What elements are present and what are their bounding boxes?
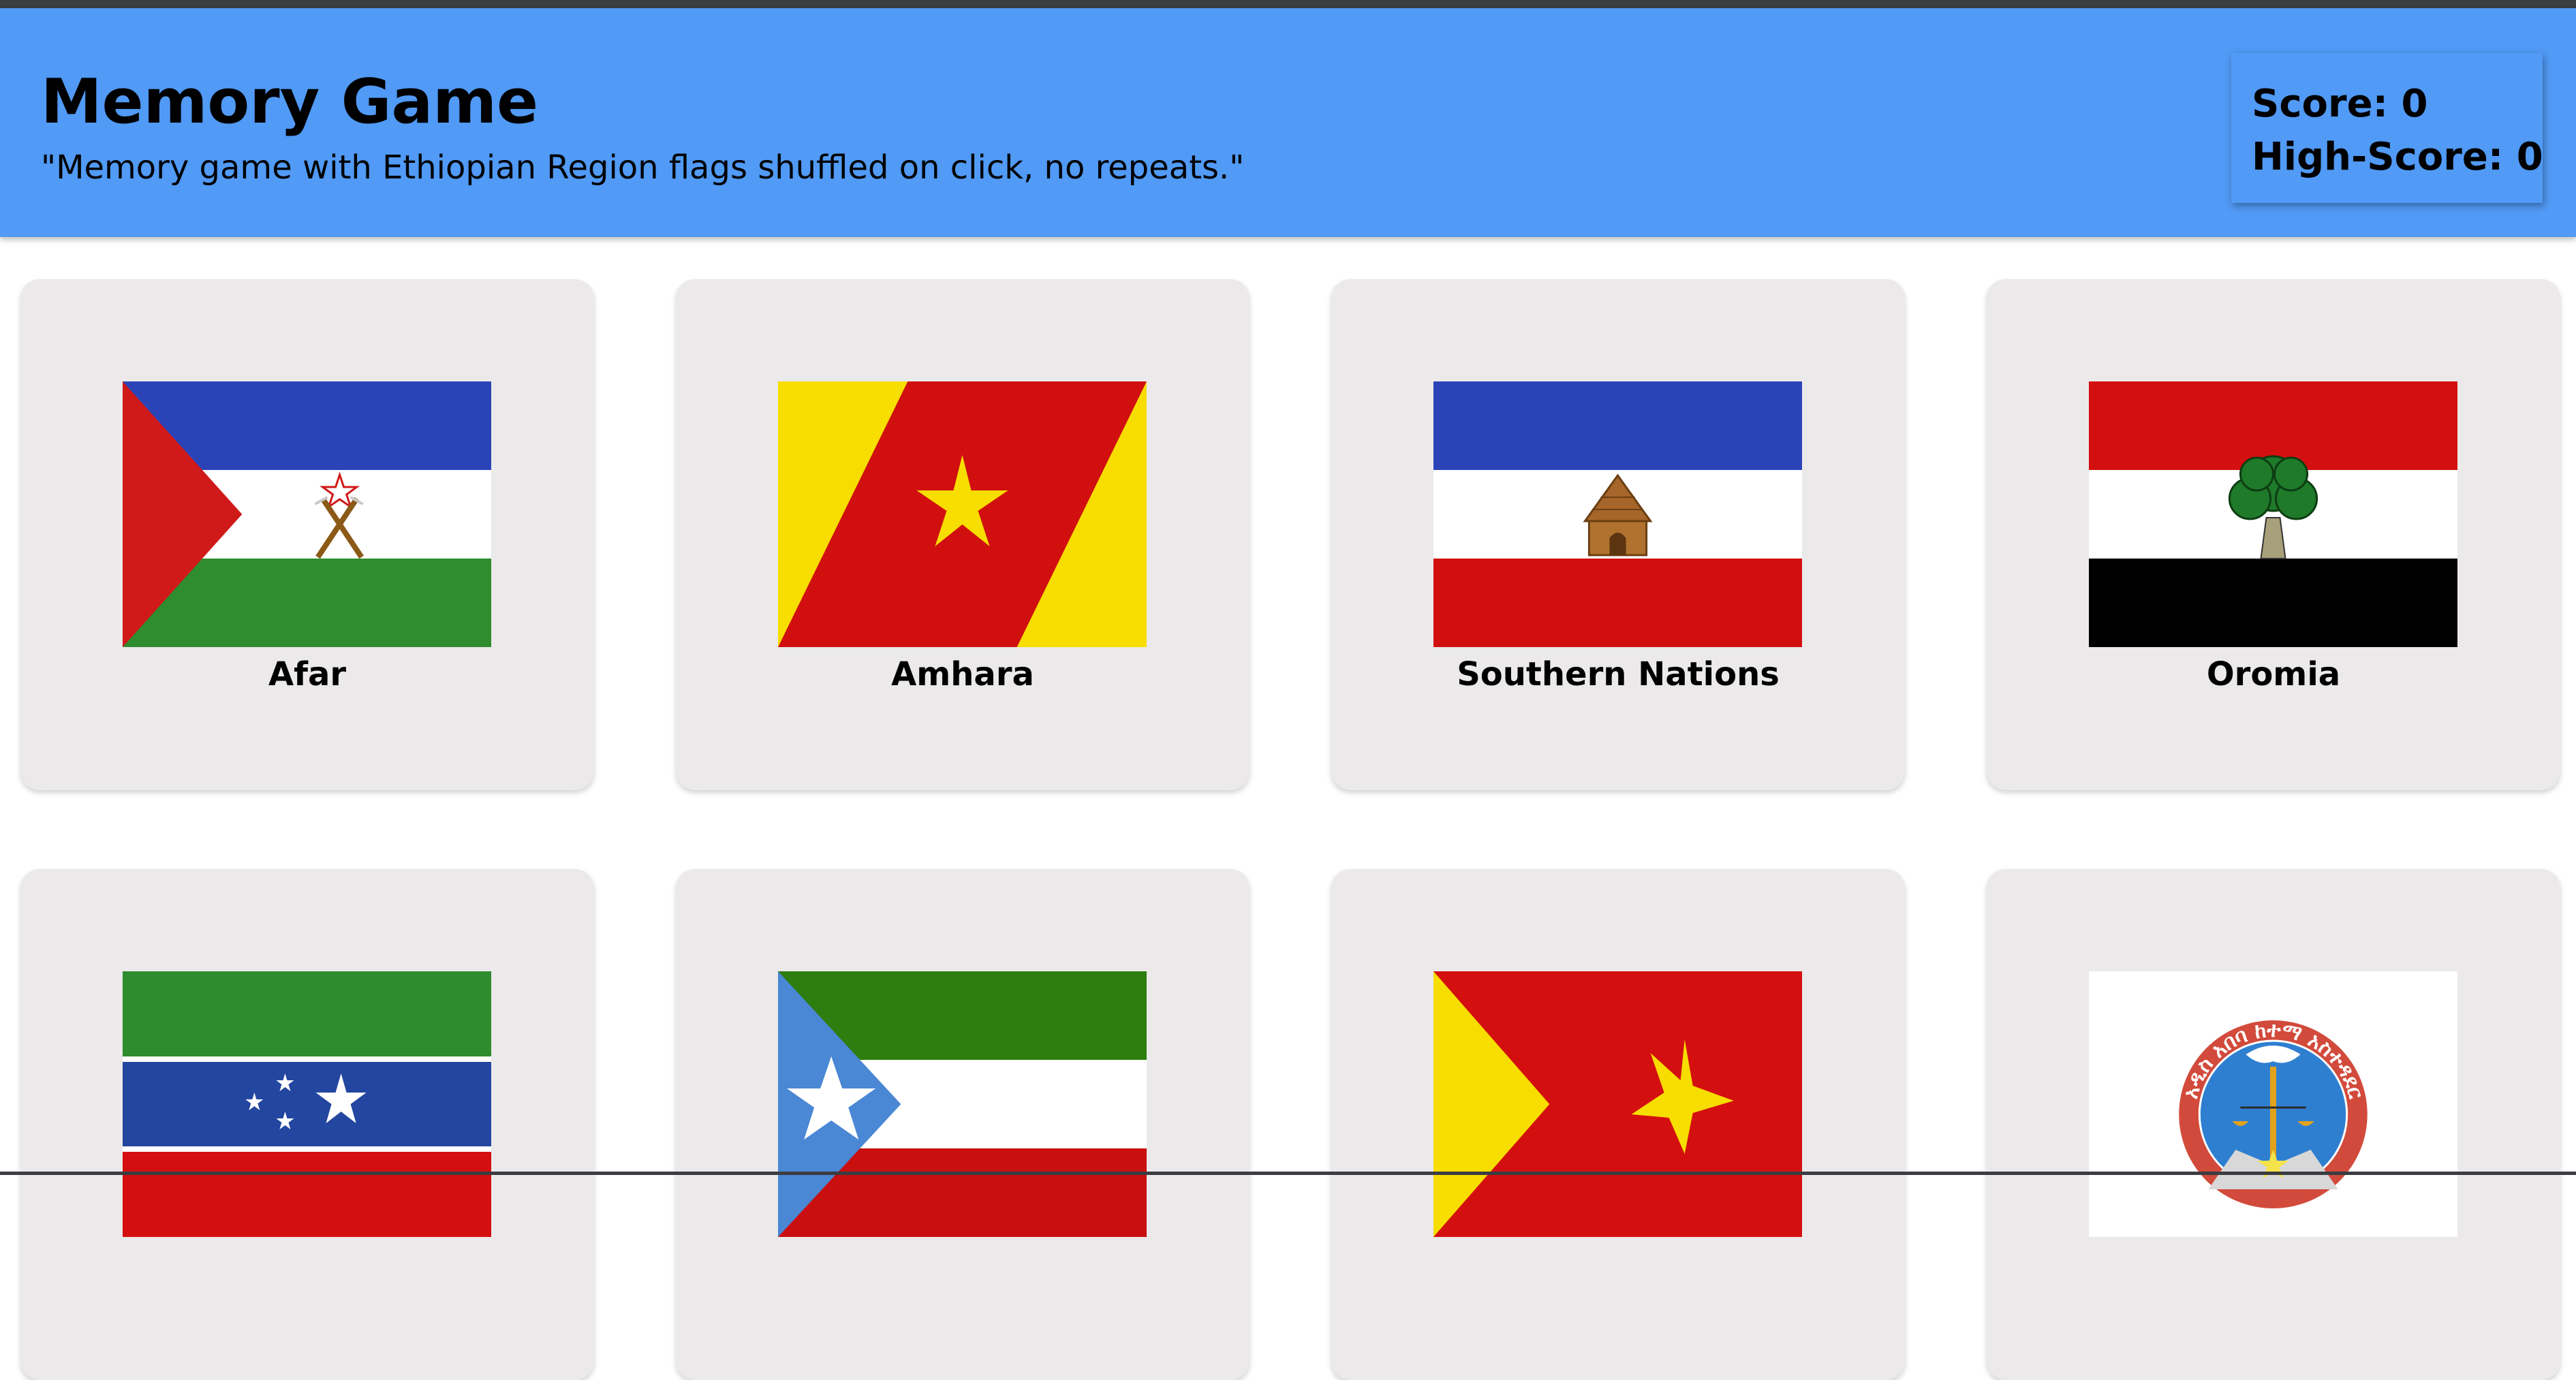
amhara-flag (778, 381, 1147, 647)
oromia-flag (2089, 381, 2457, 647)
benishangul-gumuz-flag (778, 971, 1147, 1237)
high-score-display: High-Score: 0 (2252, 135, 2543, 179)
flag-card-label: Afar (268, 655, 347, 693)
app-header: Memory Game "Memory game with Ethiopian … (0, 8, 2576, 237)
window-bottom-edge (0, 1172, 2576, 1175)
page-title: Memory Game (41, 66, 539, 138)
tigray-flag (1433, 971, 1802, 1237)
afar-flag (123, 381, 491, 647)
scoreboard: Score: 0 High-Score: 0 (2231, 53, 2543, 203)
flag-card-label: Oromia (2206, 655, 2341, 693)
window-top-edge (0, 0, 2576, 8)
flag-card-afar[interactable]: Afar (20, 279, 594, 790)
flag-card-label: Amhara (891, 655, 1034, 693)
flag-card-addis-ababa[interactable]: አዲስ አበባ ከተማ አስተዳደር (1987, 869, 2560, 1380)
flag-card-label: Southern Nations (1457, 655, 1780, 693)
southern-nations-flag (1433, 381, 1802, 647)
page-subtitle: "Memory game with Ethiopian Region flags… (41, 148, 1245, 187)
somali-flag (123, 971, 491, 1237)
flag-card-somali[interactable] (20, 869, 594, 1380)
flag-card-amhara[interactable]: Amhara (676, 279, 1250, 790)
addis-ababa-emblem: አዲስ አበባ ከተማ አስተዳደር (2089, 971, 2457, 1237)
flag-card-tigray[interactable] (1331, 869, 1905, 1380)
flag-card-oromia[interactable]: Oromia (1987, 279, 2560, 790)
score-display: Score: 0 (2252, 82, 2428, 126)
flag-card-southern-nations[interactable]: Southern Nations (1331, 279, 1905, 790)
flag-card-benishangul-gumuz[interactable] (676, 869, 1250, 1380)
